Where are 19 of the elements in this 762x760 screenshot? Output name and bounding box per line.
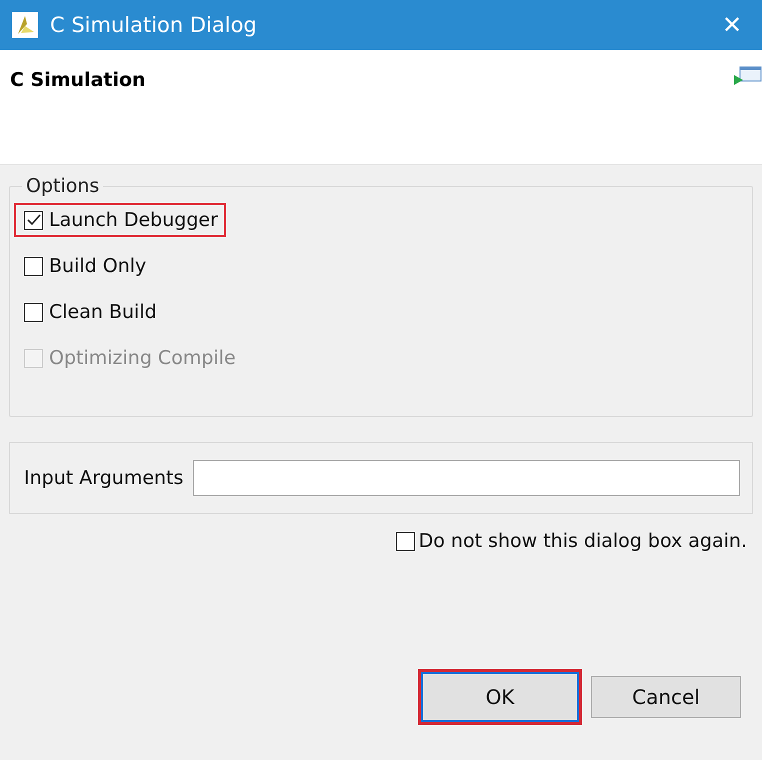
checkbox-label: Do not show this dialog box again. [418,530,747,552]
app-logo-icon [12,12,38,38]
checkbox-label: Build Only [49,255,146,277]
checkbox[interactable] [24,302,43,322]
input-field[interactable] [193,460,740,496]
checkbox[interactable] [24,256,43,276]
field-label: Input Arguments [24,467,184,489]
checkbox-label: Optimizing Compile [49,347,236,369]
checkbox[interactable] [396,532,415,550]
checkbox[interactable] [24,210,43,230]
group-label: Options [25,175,100,197]
close-button[interactable]: ✕ [716,10,748,40]
run-window-icon [734,66,762,88]
dialog-heading: C Simulation [10,69,146,91]
checkbox-label: Launch Debugger [49,209,218,231]
dialog-button[interactable]: Cancel [591,676,741,718]
dialog-button[interactable]: OK [421,672,579,722]
window-title: C Simulation Dialog [50,13,258,37]
checkbox-label: Clean Build [49,301,157,323]
